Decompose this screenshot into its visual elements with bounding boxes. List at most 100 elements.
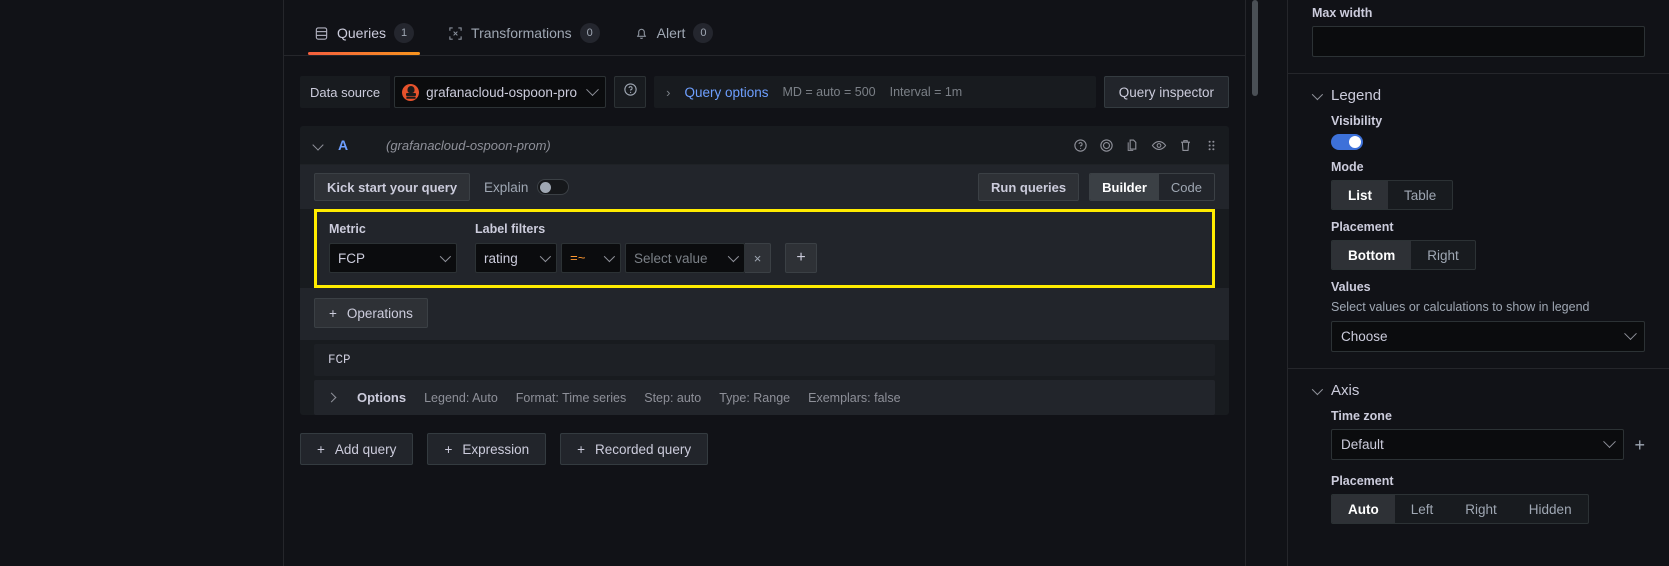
add-recorded-query-button[interactable]: + Recorded query (560, 433, 709, 465)
query-options-label[interactable]: Query options (684, 85, 768, 100)
max-width-input[interactable] (1312, 26, 1645, 57)
legend-placement-right[interactable]: Right (1411, 241, 1475, 269)
duplicate-query-icon[interactable] (1125, 138, 1140, 153)
remove-query-icon[interactable] (1178, 138, 1193, 153)
panel-options-pane: Max width Legend Visibility Mode List Ta… (1287, 0, 1669, 566)
query-ref-id[interactable]: A (338, 137, 386, 153)
filter-operator-value: =~ (570, 250, 586, 266)
option-exemplars: Exemplars: false (808, 390, 901, 405)
legend-visibility-toggle[interactable] (1331, 134, 1363, 150)
explain-label: Explain (484, 179, 529, 195)
filter-operator-select[interactable]: =~ (561, 243, 621, 273)
database-icon (314, 26, 329, 41)
axis-placement-left[interactable]: Left (1395, 495, 1450, 523)
builder-field-labels: Metric Label filters (329, 222, 1200, 236)
axis-timezone-label: Time zone (1331, 409, 1392, 423)
remove-filter-button[interactable]: × (745, 243, 771, 273)
legend-values-select[interactable]: Choose (1331, 321, 1645, 352)
chevron-down-icon (586, 82, 599, 96)
tab-queries[interactable]: Queries 1 (300, 23, 428, 55)
tab-queries-label: Queries (337, 25, 387, 41)
legend-values-placeholder: Choose (1341, 329, 1388, 344)
chevron-down-icon (539, 250, 552, 263)
builder-field-row: FCP rating =~ Select value × + (329, 243, 1200, 273)
plus-icon: + (329, 305, 337, 321)
run-queries-button[interactable]: Run queries (978, 173, 1080, 201)
tab-transformations[interactable]: Transformations 0 (434, 23, 614, 55)
legend-section-header[interactable]: Legend (1311, 74, 1645, 114)
max-width-label: Max width (1312, 6, 1373, 20)
legend-placement-radio-group: Bottom Right (1331, 240, 1476, 270)
axis-timezone-value: Default (1341, 437, 1384, 452)
chevron-down-icon (603, 250, 616, 263)
operations-label: Operations (346, 305, 413, 321)
option-step: Step: auto (644, 390, 702, 405)
filter-label-value: rating (484, 250, 518, 266)
tab-alert[interactable]: Alert 0 (620, 23, 728, 55)
chevron-down-icon[interactable] (312, 139, 324, 151)
help-circle-icon[interactable] (1073, 138, 1088, 153)
query-options-row[interactable]: › Query options MD = auto = 500 Interval… (654, 76, 1096, 108)
options-pane-scrollbar[interactable] (1252, 0, 1258, 96)
filter-value-select[interactable]: Select value (625, 243, 745, 273)
check-icon (1352, 139, 1359, 144)
interval-summary: Interval = 1m (889, 85, 963, 99)
add-recorded-query-label: Recorded query (595, 441, 692, 457)
kick-start-query-button[interactable]: Kick start your query (314, 173, 471, 201)
chevron-down-icon (727, 250, 740, 263)
add-query-button[interactable]: + Add query (300, 433, 414, 465)
axis-timezone-select[interactable]: Default (1331, 429, 1625, 460)
operations-section: + Operations (300, 288, 1229, 340)
query-inspector-button[interactable]: Query inspector (1103, 76, 1229, 108)
chevron-right-icon (326, 392, 337, 403)
axis-section-header[interactable]: Axis (1311, 369, 1645, 409)
legend-mode-table[interactable]: Table (1388, 181, 1452, 209)
help-circle-icon (623, 82, 638, 102)
axis-timezone-field: Time zone Default + (1331, 409, 1645, 460)
datasource-help-button[interactable] (614, 76, 647, 108)
query-row-header: A (grafanacloud-ospoon-prom) (300, 126, 1229, 164)
disable-query-icon[interactable] (1099, 138, 1114, 153)
chevron-down-icon (1603, 435, 1617, 449)
builder-toolbar: Kick start your query Explain Run querie… (300, 164, 1229, 209)
datasource-label: Data source (300, 76, 391, 108)
legend-mode-radio-group: List Table (1331, 180, 1454, 210)
metric-and-filters-highlight: Metric Label filters FCP rating =~ Selec… (314, 209, 1215, 288)
legend-placement-bottom[interactable]: Bottom (1332, 241, 1412, 269)
editor-tabs: Queries 1 Transformations 0 Alert 0 (284, 0, 1245, 56)
chevron-down-icon (1311, 383, 1324, 395)
options-toggle-label[interactable]: Options (357, 390, 406, 405)
add-operations-button[interactable]: + Operations (314, 298, 428, 328)
axis-placement-right[interactable]: Right (1449, 495, 1513, 523)
datasource-picker[interactable]: grafanacloud-ospoon-pro (394, 76, 607, 108)
add-query-label: Add query (334, 441, 397, 457)
editor-mode-builder[interactable]: Builder (1090, 174, 1159, 200)
explain-toggle[interactable] (537, 179, 570, 195)
legend-section-title: Legend (1331, 87, 1382, 104)
query-datasource-note: (grafanacloud-ospoon-prom) (386, 137, 551, 153)
options-pane-scroll-gutter (1245, 0, 1287, 566)
tab-transformations-badge: 0 (579, 23, 600, 43)
add-timezone-button[interactable]: + (1634, 436, 1645, 454)
datasource-selected-value: grafanacloud-ospoon-pro (426, 84, 577, 100)
editor-mode-code[interactable]: Code (1159, 174, 1214, 200)
filter-label-select[interactable]: rating (475, 243, 557, 273)
tab-alert-badge: 0 (693, 23, 714, 43)
query-row-actions (1073, 138, 1219, 153)
metric-select[interactable]: FCP (329, 243, 457, 273)
metric-label: Metric (329, 222, 366, 236)
axis-section-title: Axis (1331, 382, 1360, 399)
metric-select-value: FCP (338, 250, 365, 266)
hide-response-icon[interactable] (1151, 138, 1167, 153)
add-filter-button[interactable]: + (785, 243, 817, 273)
axis-placement-hidden[interactable]: Hidden (1513, 495, 1588, 523)
legend-placement-field: Placement Bottom Right (1331, 220, 1645, 270)
drag-handle-icon[interactable] (1204, 138, 1219, 153)
add-expression-button[interactable]: + Expression (427, 433, 547, 465)
legend-visibility-field: Visibility (1331, 114, 1645, 150)
axis-placement-auto[interactable]: Auto (1332, 495, 1395, 523)
max-width-field: Max width (1312, 0, 1645, 57)
legend-visibility-label: Visibility (1331, 114, 1383, 128)
query-options-collapsed-row[interactable]: Options Legend: Auto Format: Time series… (314, 380, 1215, 415)
legend-mode-list[interactable]: List (1332, 181, 1389, 209)
